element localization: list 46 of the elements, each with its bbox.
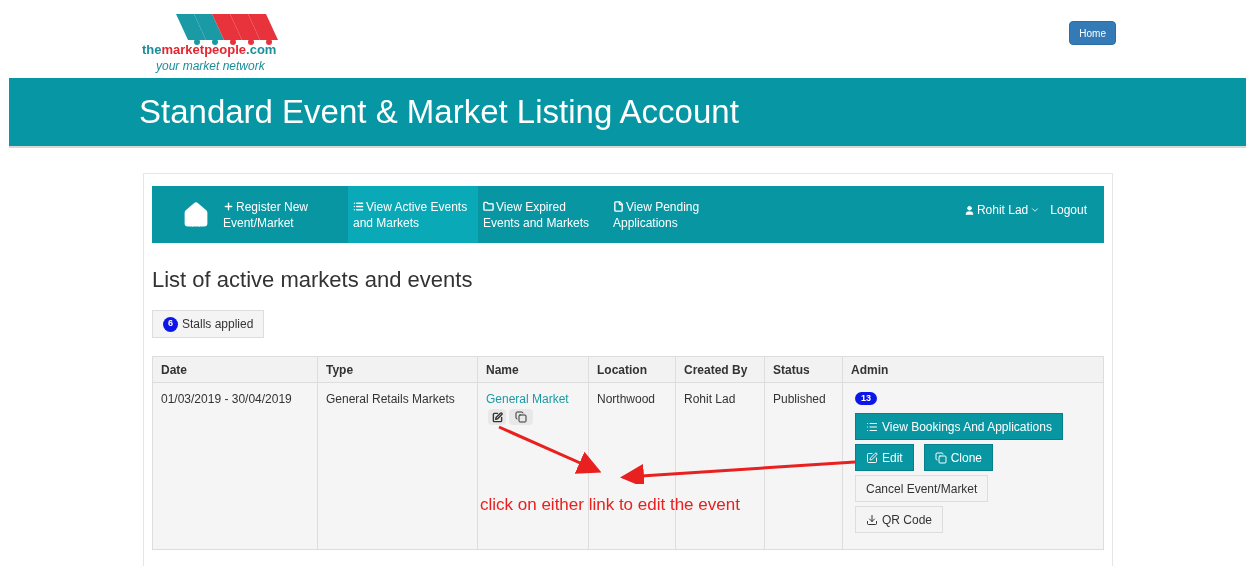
column-header: Status [773, 361, 810, 379]
folder-icon [483, 201, 494, 213]
list-icon [353, 201, 364, 213]
logo-tagline: your market network [156, 58, 265, 74]
column-header: Type [326, 361, 354, 379]
table-cell: Published [773, 392, 826, 406]
list-heading: List of active markets and events [152, 266, 474, 294]
column-header: Created By [684, 361, 748, 379]
table-cell: Rohit Lad [684, 392, 736, 406]
logout-link[interactable]: Logout [1050, 201, 1087, 219]
secondary-button[interactable]: Cancel Event/Market [855, 475, 989, 502]
home-button[interactable]: Home [1069, 21, 1116, 45]
user-icon [963, 204, 975, 216]
action-button[interactable]: Clone [923, 444, 994, 471]
market-name-link[interactable]: General Market [486, 390, 569, 408]
count-badge: 6 [163, 316, 178, 332]
copy-icon[interactable] [509, 409, 533, 425]
file-icon [613, 201, 624, 213]
download-icon [866, 513, 878, 526]
annotation-text: click on either link to edit the event [480, 494, 740, 516]
logo-wordmark: themarketpeople.com [142, 42, 277, 58]
home-icon[interactable] [182, 200, 210, 229]
table-cell: 01/03/2019 - 30/04/2019 [161, 392, 292, 406]
edit-icon [866, 451, 878, 464]
copy-icon [934, 451, 947, 464]
nav-tab[interactable]: View Pending Applications [608, 186, 738, 243]
column-header: Location [597, 361, 647, 379]
caret-icon [1030, 205, 1041, 215]
page-title: Standard Event & Market Listing Account [139, 92, 739, 133]
table-cell: General Retails Markets [326, 392, 455, 406]
column-header: Name [486, 361, 519, 379]
secondary-button[interactable]: QR Code [855, 506, 944, 533]
table-cell: Northwood [597, 392, 656, 406]
column-header: Date [161, 361, 187, 379]
list-icon [866, 420, 878, 433]
nav-tab[interactable]: View Active Events and Markets [348, 186, 478, 243]
nav-tab[interactable]: View Expired Events and Markets [478, 186, 608, 243]
plus-icon [223, 201, 234, 213]
column-header: Admin [851, 361, 889, 379]
nav-tab[interactable]: Register New Event/Market [218, 186, 348, 243]
count-badge: 13 [855, 392, 877, 405]
action-button[interactable]: Edit [855, 444, 914, 471]
action-button[interactable]: View Bookings And Applications [855, 413, 1063, 440]
user-menu[interactable]: Rohit Lad [963, 201, 1041, 219]
stalls-applied-button[interactable]: 6 Stalls applied [152, 310, 265, 338]
edit-icon[interactable] [488, 409, 506, 425]
